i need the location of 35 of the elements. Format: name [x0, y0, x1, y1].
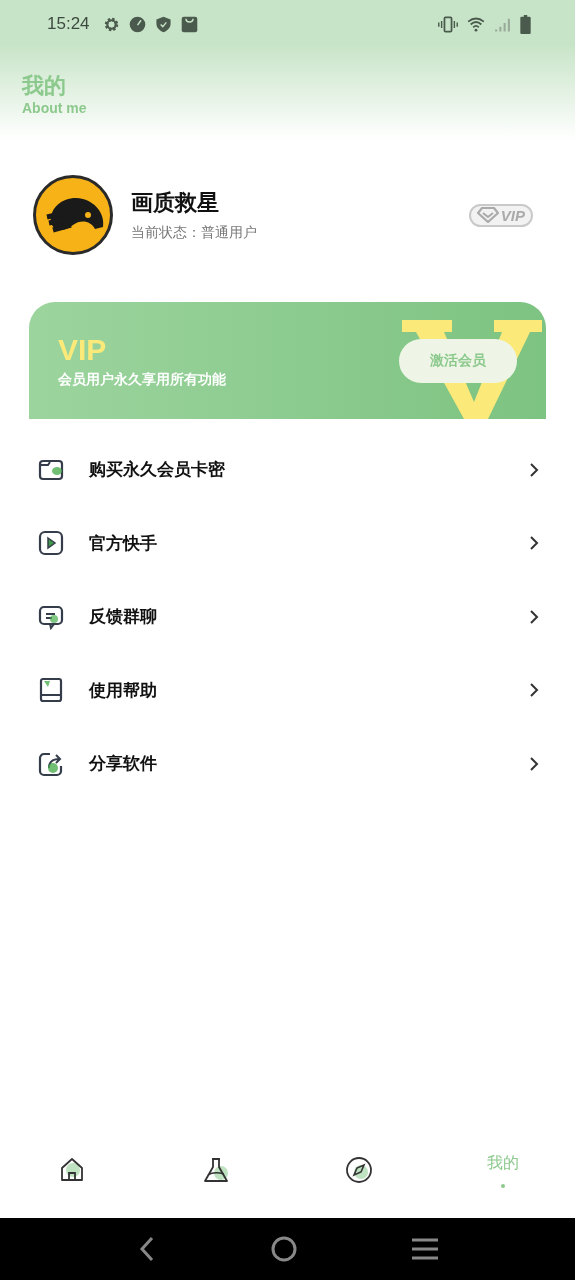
chevron-right-icon: [529, 462, 539, 477]
avatar-icon: [33, 175, 113, 255]
page-subtitle: About me: [22, 100, 88, 116]
diamond-icon: [476, 207, 499, 223]
home-button-icon[interactable]: [269, 1235, 298, 1263]
gauge-icon: [128, 15, 146, 33]
play-icon: [38, 530, 64, 557]
chevron-right-icon: [529, 756, 539, 771]
chevron-right-icon: [529, 683, 539, 698]
menu-icon[interactable]: [410, 1237, 439, 1261]
vip-description: 会员用户永久享用所有功能: [58, 370, 227, 389]
vip-badge: VIP: [468, 203, 533, 227]
chevron-right-icon: [529, 609, 539, 624]
share-icon: [38, 750, 64, 777]
battery-icon: [520, 14, 531, 34]
menu-item[interactable]: 使用帮助: [38, 653, 539, 727]
menu-item[interactable]: 购买永久会员卡密: [38, 433, 539, 507]
menu-item[interactable]: 官方快手: [38, 506, 539, 580]
book-icon: [38, 677, 64, 704]
settings-icon: [102, 15, 120, 33]
user-status: 当前状态：普通用户: [131, 224, 258, 242]
user-name: 画质救星: [131, 189, 220, 217]
compass-icon: [345, 1156, 374, 1184]
flask-icon: [201, 1156, 230, 1184]
menu-item[interactable]: 分享软件: [38, 727, 539, 801]
wifi-icon: [467, 15, 485, 33]
vibrate-icon: [438, 15, 458, 33]
vip-title: VIP: [58, 332, 108, 367]
chevron-right-icon: [529, 536, 539, 551]
chat-icon: [38, 603, 64, 630]
menu-item[interactable]: 反馈群聊: [38, 580, 539, 654]
status-time: 15:24: [47, 14, 90, 34]
bag-icon: [180, 15, 198, 33]
page-title: 我的: [22, 72, 67, 100]
shield-icon: [154, 15, 172, 33]
